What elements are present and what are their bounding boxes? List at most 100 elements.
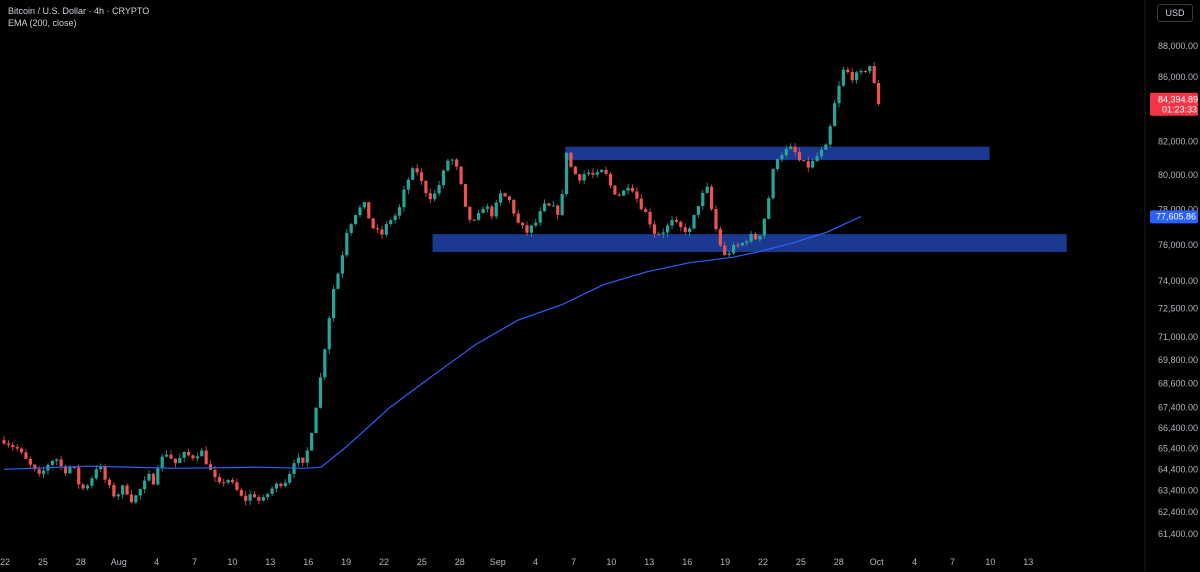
candle-body [389,220,393,225]
candle-body [775,159,780,170]
candle-body [714,209,718,230]
candle-body [819,149,824,157]
candle-body [173,458,177,464]
time-axis: 22 25 28 Aug 4 7 10 13 16 19 22 25 28 Sep 4 7 10 13 16 19 22… [0,557,1033,567]
candle-body [415,168,419,173]
candle-body [165,454,169,457]
ema-value: 77,605.86 [1156,211,1196,221]
candle-body [604,169,608,174]
candle-body [279,483,283,487]
x-tick-label: 25 [38,557,48,567]
candle-body [55,459,59,461]
candle-body [248,494,252,501]
candle-body [542,203,547,212]
x-tick-label: 22 [0,557,10,567]
x-tick-label: 13 [644,557,654,567]
candle-body [630,187,635,192]
x-tick-label: 16 [303,557,313,567]
candle-body [824,144,828,150]
price-chart[interactable]: 88,000.0086,000.0082,000.0080,000.0078,0… [0,0,1200,572]
candle-body [705,186,709,193]
candle-body [397,207,402,216]
candle-body [731,244,736,254]
candle-body [762,218,766,236]
y-tick-label: 88,000.00 [1158,41,1198,51]
candle-body [340,255,345,274]
candle-body [103,466,107,480]
x-tick-label: Aug [111,557,127,567]
candle-body [512,199,516,214]
candle-body [811,161,815,168]
candle-body [617,194,621,196]
candle-body [204,450,208,465]
x-tick-label: 19 [720,557,730,567]
candle-body [560,194,564,215]
y-tick-label: 86,000.00 [1158,72,1198,82]
candle-body [358,207,362,216]
x-tick-label: 10 [227,557,237,567]
candle-body [573,166,577,175]
candle-body [639,198,643,210]
candle-body [2,440,6,444]
candle-body [138,489,142,496]
candle-body [195,456,199,459]
candle-body [41,470,46,474]
candle-body [837,85,841,104]
candle-body [310,433,314,451]
candle-body [85,485,90,489]
y-tick-label: 69,800.00 [1158,355,1198,365]
candle-body [472,219,476,221]
x-tick-label: 10 [606,557,616,567]
candle-body [77,467,81,485]
candle-body [68,466,72,474]
x-tick-label: 13 [265,557,275,567]
candle-body [349,224,353,233]
candle-body [178,457,182,464]
candle-body [767,198,771,219]
candle-body [468,206,472,220]
y-tick-label: 61,400.00 [1158,529,1198,539]
candle-body [437,185,441,194]
last-price-value: 84,394.89 [1158,95,1198,105]
candle-body [441,170,446,186]
candle-body [868,66,872,72]
candle-body [121,485,125,495]
candle-body [529,225,533,233]
x-tick-label: Oct [870,557,885,567]
candle-body [595,172,599,175]
candle-body [90,478,94,486]
candle-body [850,72,854,81]
candle-body [644,209,648,213]
candle-body [327,318,331,350]
candle-body [789,146,793,150]
candle-body [674,220,679,222]
x-tick-label: 4 [533,557,538,567]
candle-body [477,213,481,220]
candle-body [393,215,397,221]
candle-body [490,206,494,217]
x-tick-label: Sep [490,557,506,567]
candle-body [613,185,617,195]
candle-body [239,489,243,496]
candle-body [37,469,41,474]
candle-body [353,215,358,225]
zone-upper[interactable] [565,146,990,161]
candle-body [547,203,551,206]
candle-body [833,103,837,127]
y-tick-label: 76,000.00 [1158,240,1198,250]
candle-body [661,232,665,234]
x-tick-label: 16 [682,557,692,567]
candle-body [424,180,428,194]
candle-body [94,469,98,479]
x-tick-label: 22 [379,557,389,567]
currency-button[interactable]: USD [1157,4,1193,22]
x-tick-label: 28 [455,557,465,567]
candle-body [112,485,116,497]
candle-body [81,484,85,489]
y-tick-label: 64,400.00 [1158,464,1198,474]
x-tick-label: 22 [758,557,768,567]
y-tick-label: 82,000.00 [1158,137,1198,147]
candle-body [244,495,248,501]
candle-body [876,83,881,104]
candle-body [701,192,705,206]
